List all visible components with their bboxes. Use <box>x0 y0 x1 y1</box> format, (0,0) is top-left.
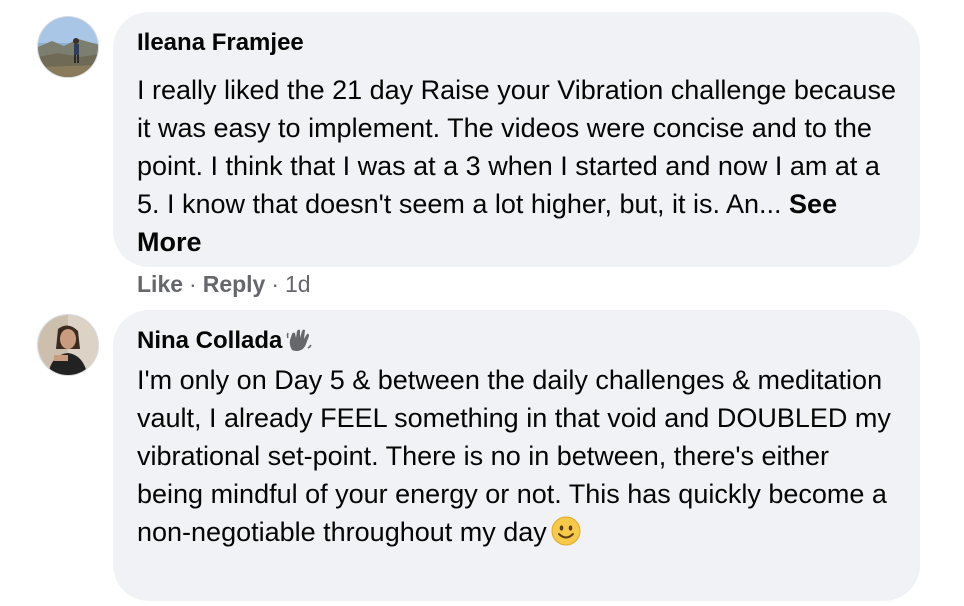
timestamp[interactable]: 1d <box>285 271 311 297</box>
reply-link[interactable]: Reply <box>203 271 266 297</box>
waving-hand-badge-icon[interactable] <box>286 328 313 354</box>
like-link[interactable]: Like <box>137 271 183 297</box>
comment-text: I really liked the 21 day Raise your Vib… <box>137 71 897 261</box>
avatar-image <box>38 315 98 375</box>
comment-author[interactable]: Nina Collada <box>137 326 313 356</box>
comment-actions: Like · Reply · 1d <box>137 270 311 298</box>
comment-author[interactable]: Ileana Framjee <box>137 28 304 58</box>
separator-dot: · <box>189 271 197 297</box>
smiling-face-emoji-icon <box>551 516 581 546</box>
author-name: Nina Collada <box>137 327 283 354</box>
comment-bubble: Nina Collada I'm only on Day 5 & between… <box>113 310 920 601</box>
avatar-image <box>38 17 98 77</box>
comment-body: I'm only on Day 5 & between the daily ch… <box>137 365 891 547</box>
comment-text: I'm only on Day 5 & between the daily ch… <box>137 361 897 551</box>
avatar-ileana[interactable] <box>37 16 99 78</box>
separator-dot: · <box>271 271 280 297</box>
avatar-nina[interactable] <box>37 314 99 376</box>
comment-body: I really liked the 21 day Raise your Vib… <box>137 75 896 219</box>
comment-bubble: Ileana Framjee I really liked the 21 day… <box>113 12 920 267</box>
